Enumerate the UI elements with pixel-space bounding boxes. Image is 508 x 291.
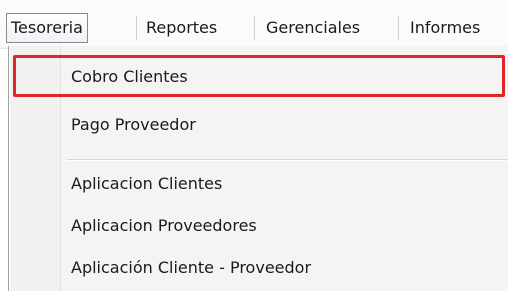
menu-bar: Tesoreria Reportes Gerenciales Informes — [0, 0, 508, 49]
menu-tesoreria[interactable]: Tesoreria — [6, 13, 88, 43]
menu-icon-gutter — [9, 46, 61, 291]
menu-separator — [254, 16, 255, 40]
menu-item-aplicacion-clientes[interactable]: Aplicacion Clientes — [71, 167, 508, 201]
menu-informes[interactable]: Informes — [410, 13, 480, 43]
menu-item-pago-proveedor[interactable]: Pago Proveedor — [71, 108, 508, 142]
menu-gerenciales[interactable]: Gerenciales — [266, 13, 360, 43]
menu-divider — [67, 159, 508, 161]
menu-item-aplicacion-proveedores[interactable]: Aplicacion Proveedores — [71, 209, 508, 243]
menu-separator — [398, 16, 399, 40]
menu-item-aplicacion-cliente-proveedor[interactable]: Aplicación Cliente - Proveedor — [71, 251, 508, 285]
menu-separator — [136, 16, 137, 40]
menu-reportes[interactable]: Reportes — [146, 13, 217, 43]
menu-item-cobro-clientes[interactable]: Cobro Clientes — [71, 60, 508, 94]
tesoreria-dropdown-menu: Cobro Clientes Pago Proveedor Aplicacion… — [8, 46, 508, 291]
